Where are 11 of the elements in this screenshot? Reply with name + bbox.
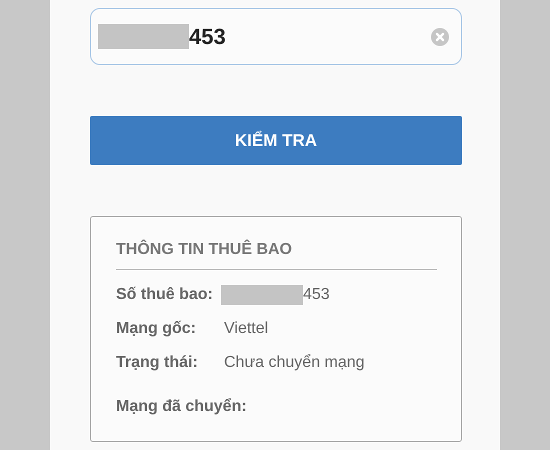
info-label: Trạng thái: [116,354,199,372]
info-value: Chưa chuyển mạng [224,354,365,372]
info-label: Số thuê bao: [116,286,214,304]
info-value: Viettel [224,320,268,338]
info-label: Mạng gốc: [116,320,197,338]
card-title: THÔNG TIN THUÊ BAO [116,241,293,259]
clear-icon[interactable] [431,28,449,46]
phone-field[interactable]: 453 [90,8,462,65]
info-value: 453 [303,286,330,304]
info-label: Mạng đã chuyển: [116,398,247,416]
check-button[interactable]: KIỂM TRA [90,116,462,165]
